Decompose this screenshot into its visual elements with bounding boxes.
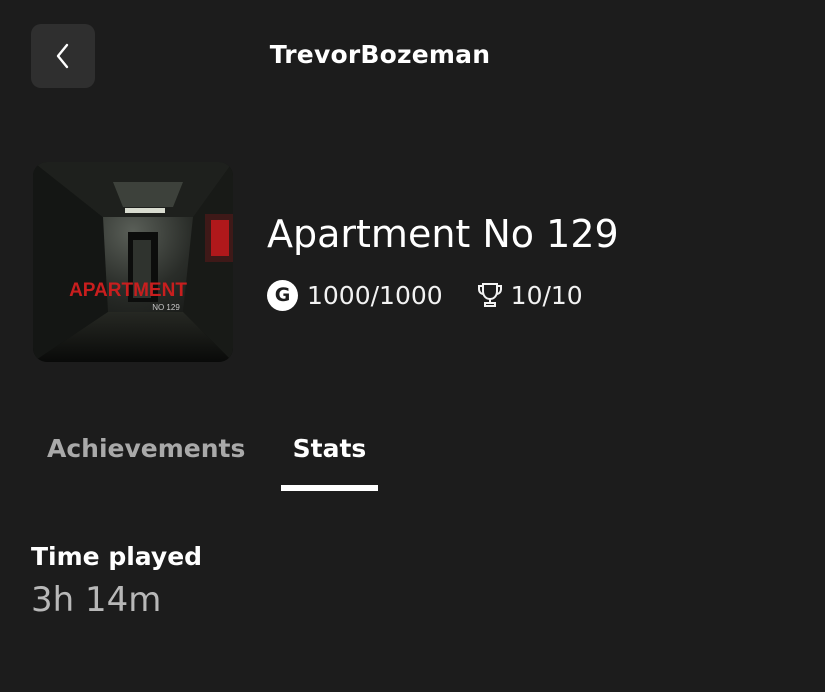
cover-subtitle-text: NO 129 bbox=[152, 303, 180, 312]
achievements-count: 10/10 bbox=[510, 280, 583, 310]
gamerscore-value: 1000/1000 bbox=[307, 280, 443, 310]
gamerscore-icon: G bbox=[267, 279, 298, 311]
tab-stats[interactable]: Stats bbox=[281, 434, 378, 463]
game-title: Apartment No 129 bbox=[267, 212, 619, 256]
page-title: TrevorBozeman bbox=[269, 40, 491, 69]
game-details-page: TrevorBozeman APARTMENT NO 129 Apartment… bbox=[0, 0, 825, 692]
game-cover-image: APARTMENT NO 129 bbox=[33, 162, 233, 362]
active-tab-indicator bbox=[281, 485, 378, 491]
time-played-label: Time played bbox=[31, 542, 203, 571]
game-progress-row: G 1000/1000 10/10 bbox=[267, 278, 583, 312]
tab-achievements[interactable]: Achievements bbox=[47, 434, 245, 463]
time-played-value: 3h 14m bbox=[31, 580, 162, 620]
cover-title-text: APARTMENT bbox=[69, 280, 187, 301]
trophy-icon bbox=[477, 281, 503, 309]
